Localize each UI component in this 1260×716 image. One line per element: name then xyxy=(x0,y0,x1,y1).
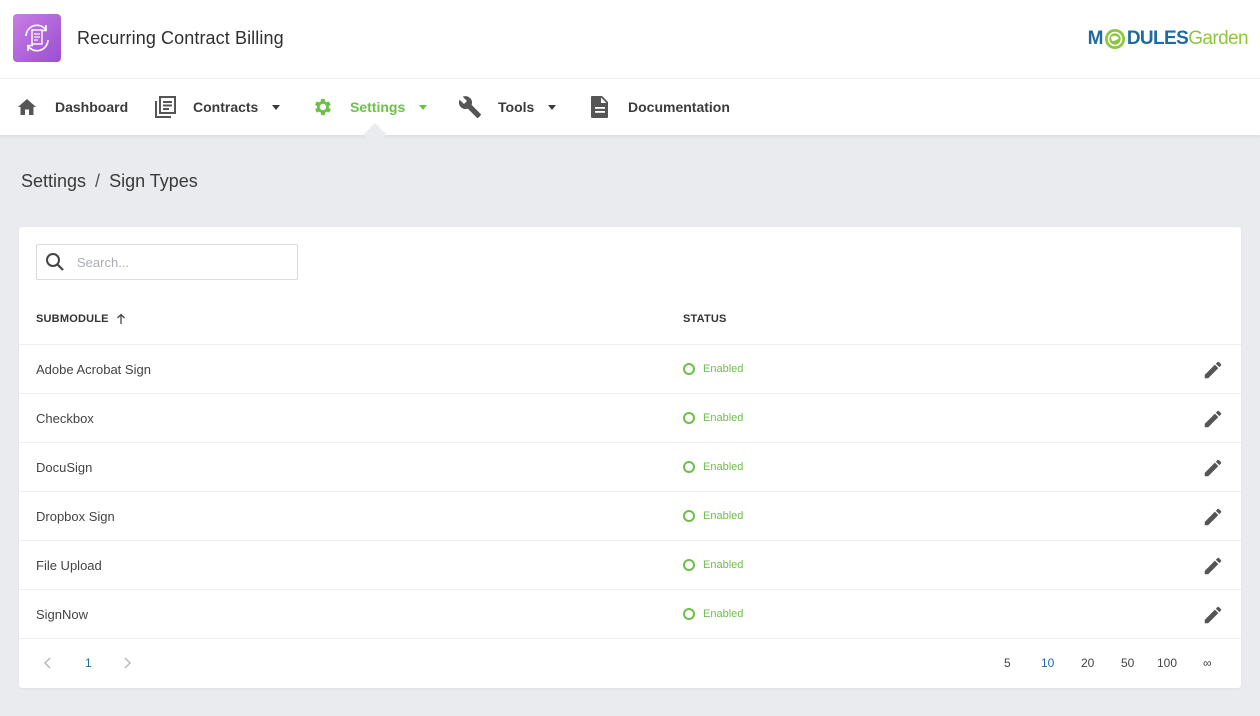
page-size-5[interactable]: 5 xyxy=(1004,656,1011,670)
status-badge: Enabled xyxy=(683,363,743,375)
page-size-20[interactable]: 20 xyxy=(1081,656,1094,670)
search-input[interactable] xyxy=(77,254,267,270)
sort-ascending-icon xyxy=(116,313,126,325)
nav-label-documentation: Documentation xyxy=(628,99,730,115)
status-label: Enabled xyxy=(703,559,744,571)
document-icon xyxy=(588,95,612,119)
column-header-status-label: STATUS xyxy=(683,313,727,325)
submodule-name: SignNow xyxy=(36,607,89,622)
nav-item-contracts[interactable]: Contracts xyxy=(153,79,281,135)
table-row: SignNow Enabled xyxy=(19,589,1241,638)
brand-text-dules: DULES xyxy=(1126,28,1189,49)
home-icon xyxy=(15,95,39,119)
app-title: Recurring Contract Billing xyxy=(77,28,284,48)
page-button-current[interactable]: 1 xyxy=(85,656,92,670)
submodule-name: DocuSign xyxy=(36,460,93,475)
nav-item-settings[interactable]: Settings xyxy=(310,79,428,135)
page-size-all[interactable]: ∞ xyxy=(1203,656,1212,670)
column-header-submodule[interactable]: SUBMODULE xyxy=(36,313,126,325)
globe-icon xyxy=(1104,28,1126,50)
edit-icon[interactable] xyxy=(1202,457,1224,479)
search-box[interactable] xyxy=(36,244,298,280)
nav-label-dashboard: Dashboard xyxy=(55,99,129,115)
breadcrumb-separator: / xyxy=(95,171,101,191)
breadcrumb: Settings / Sign Types xyxy=(21,171,198,192)
nav-label-tools: Tools xyxy=(498,99,535,115)
nav-item-documentation[interactable]: Documentation xyxy=(588,79,730,135)
breadcrumb-parent[interactable]: Settings xyxy=(21,171,86,192)
submodule-name: Dropbox Sign xyxy=(36,509,115,524)
chevron-down-icon xyxy=(272,104,281,110)
table-row: Dropbox Sign Enabled xyxy=(19,491,1241,540)
brand-text-m: M xyxy=(1087,28,1104,49)
status-label: Enabled xyxy=(703,461,744,473)
status-label: Enabled xyxy=(703,608,744,620)
status-circle-icon xyxy=(683,412,695,424)
nav-item-dashboard[interactable]: Dashboard xyxy=(15,79,128,135)
edit-icon[interactable] xyxy=(1202,555,1224,577)
edit-icon[interactable] xyxy=(1202,604,1224,626)
main-nav: Dashboard Contracts Settings Tools Docum… xyxy=(0,79,1260,135)
edit-icon[interactable] xyxy=(1202,506,1224,528)
column-header-submodule-label: SUBMODULE xyxy=(36,313,109,325)
submodule-name: File Upload xyxy=(36,558,102,573)
status-badge: Enabled xyxy=(683,412,743,424)
status-badge: Enabled xyxy=(683,510,743,522)
table-footer: 1 5 10 20 50 100 ∞ xyxy=(19,638,1241,688)
status-circle-icon xyxy=(683,363,695,375)
page-size-50[interactable]: 50 xyxy=(1121,656,1134,670)
nav-label-settings: Settings xyxy=(350,99,406,115)
table-row: File Upload Enabled xyxy=(19,540,1241,589)
app-header: Recurring Contract Billing M DULES Garde… xyxy=(0,0,1260,79)
modulesgarden-logo[interactable]: M DULES Garden xyxy=(1087,24,1249,54)
chevron-down-icon xyxy=(419,104,428,110)
submodule-name: Adobe Acrobat Sign xyxy=(36,362,151,377)
chevron-left-icon[interactable] xyxy=(41,656,55,670)
status-circle-icon xyxy=(683,608,695,620)
sign-types-card: SUBMODULE STATUS Adobe Acrobat Sign Enab… xyxy=(19,227,1241,688)
contracts-icon xyxy=(153,95,177,119)
search-icon xyxy=(45,252,65,272)
status-circle-icon xyxy=(683,510,695,522)
column-header-status[interactable]: STATUS xyxy=(683,313,727,325)
status-badge: Enabled xyxy=(683,608,743,620)
nav-label-contracts: Contracts xyxy=(193,99,259,115)
app-logo-icon[interactable] xyxy=(13,14,61,62)
chevron-right-icon[interactable] xyxy=(120,656,134,670)
wrench-icon xyxy=(458,95,482,119)
page-size-100[interactable]: 100 xyxy=(1157,656,1177,670)
gear-icon xyxy=(310,95,334,119)
nav-item-tools[interactable]: Tools xyxy=(458,79,557,135)
status-label: Enabled xyxy=(703,412,744,424)
brand-text-garden: Garden xyxy=(1188,28,1248,49)
status-circle-icon xyxy=(683,461,695,473)
table-body: Adobe Acrobat Sign Enabled Checkbox Enab… xyxy=(19,344,1241,638)
status-label: Enabled xyxy=(703,363,744,375)
edit-icon[interactable] xyxy=(1202,408,1224,430)
status-badge: Enabled xyxy=(683,559,743,571)
table-row: Checkbox Enabled xyxy=(19,393,1241,442)
table-row: Adobe Acrobat Sign Enabled xyxy=(19,344,1241,393)
page-size-10[interactable]: 10 xyxy=(1041,656,1054,670)
table-row: DocuSign Enabled xyxy=(19,442,1241,491)
chevron-down-icon xyxy=(548,104,557,110)
status-label: Enabled xyxy=(703,510,744,522)
edit-icon[interactable] xyxy=(1202,359,1224,381)
breadcrumb-current: Sign Types xyxy=(109,171,198,191)
status-badge: Enabled xyxy=(683,461,743,473)
submodule-name: Checkbox xyxy=(36,411,94,426)
status-circle-icon xyxy=(683,559,695,571)
